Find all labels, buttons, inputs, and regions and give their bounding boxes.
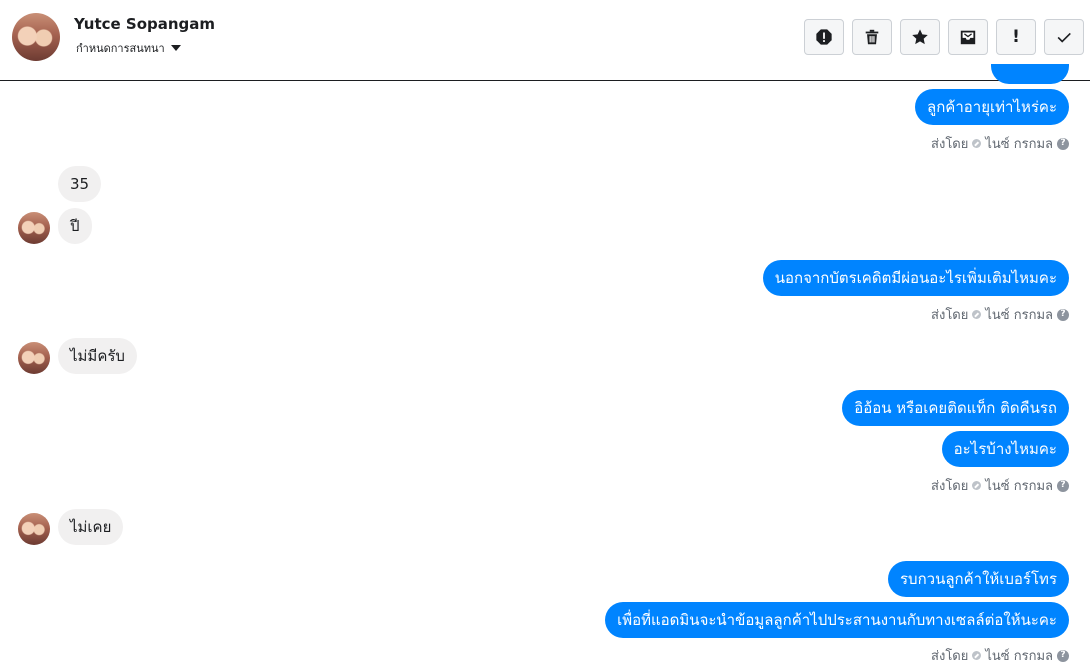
checkmark-icon [1057, 32, 1071, 43]
sender-name[interactable]: ไนซ์ กรกมล [985, 304, 1053, 325]
sender-name[interactable]: ไนซ์ กรกมล [985, 475, 1053, 496]
sender-name[interactable]: ไนซ์ กรกมล [985, 645, 1053, 666]
trash-icon [865, 29, 879, 45]
sent-by-meta: ส่งโดย ไนซ์ กรกมล ? [931, 475, 1069, 496]
incoming-message[interactable]: ไม่เคย [58, 509, 124, 545]
sender-name[interactable]: ไนซ์ กรกมล [985, 133, 1053, 154]
archive-inbox-icon [960, 30, 976, 45]
mark-spam-button[interactable] [804, 19, 844, 55]
sender-badge-icon [972, 310, 982, 319]
help-icon[interactable]: ? [1057, 308, 1069, 321]
star-button[interactable] [900, 19, 940, 55]
sent-by-meta: ส่งโดย ไนซ์ กรกมล ? [931, 133, 1069, 154]
incoming-message[interactable]: ไม่มีครับ [58, 338, 137, 374]
outgoing-message[interactable]: อิอ้อน หรือเคยติดแท็ก ติดคืนรถ [842, 390, 1069, 426]
outgoing-message[interactable]: นอกจากบัตรเคดิตมีผ่อนอะไรเพิ่มเติมไหมคะ [762, 260, 1069, 296]
alert-circle-icon [816, 29, 832, 45]
conversation-schedule-label: กำหนดการสนทนา [76, 42, 165, 55]
sent-by-label: ส่งโดย [931, 308, 969, 323]
caret-down-icon [170, 45, 181, 51]
contact-avatar[interactable] [12, 13, 60, 61]
help-icon[interactable]: ? [1057, 479, 1069, 492]
outgoing-message[interactable]: รบกวนลูกค้าให้เบอร์โทร [888, 561, 1069, 597]
contact-avatar-small [18, 342, 50, 374]
outgoing-message[interactable]: ลูกค้าอายุเท่าไหร่คะ [915, 89, 1069, 125]
mark-done-button[interactable] [1044, 19, 1084, 55]
sender-badge-icon [972, 651, 982, 660]
help-icon[interactable]: ? [1057, 137, 1069, 150]
outgoing-message[interactable]: เพื่อที่แอดมินจะนำข้อมูลลูกค้าไปประสานงา… [605, 602, 1069, 638]
exclamation-icon: ! [1012, 27, 1020, 47]
contact-avatar-small [18, 212, 50, 244]
mark-important-button[interactable]: ! [996, 19, 1036, 55]
message-bubble-clipped[interactable] [991, 64, 1069, 84]
sent-by-meta: ส่งโดย ไนซ์ กรกมล ? [931, 645, 1069, 666]
contact-avatar-small [18, 513, 50, 545]
sent-by-label: ส่งโดย [931, 649, 969, 664]
incoming-message[interactable]: ปี [58, 208, 92, 244]
conversation-header: Yutce Sopangam กำหนดการสนทนา ! [0, 0, 1090, 81]
conversation-schedule-dropdown[interactable]: กำหนดการสนทนา [76, 39, 181, 57]
toolbar: ! [804, 19, 1084, 55]
outgoing-message[interactable]: อะไรบ้างไหมคะ [941, 431, 1069, 467]
delete-button[interactable] [852, 19, 892, 55]
star-icon [912, 29, 928, 45]
sent-by-meta: ส่งโดย ไนซ์ กรกมล ? [931, 304, 1069, 325]
sent-by-label: ส่งโดย [931, 479, 969, 494]
sender-badge-icon [972, 481, 982, 490]
help-icon[interactable]: ? [1057, 649, 1069, 662]
archive-button[interactable] [948, 19, 988, 55]
incoming-message[interactable]: 35 [58, 166, 102, 202]
sent-by-label: ส่งโดย [931, 137, 969, 152]
contact-name[interactable]: Yutce Sopangam [74, 15, 215, 33]
sender-badge-icon [972, 139, 982, 148]
